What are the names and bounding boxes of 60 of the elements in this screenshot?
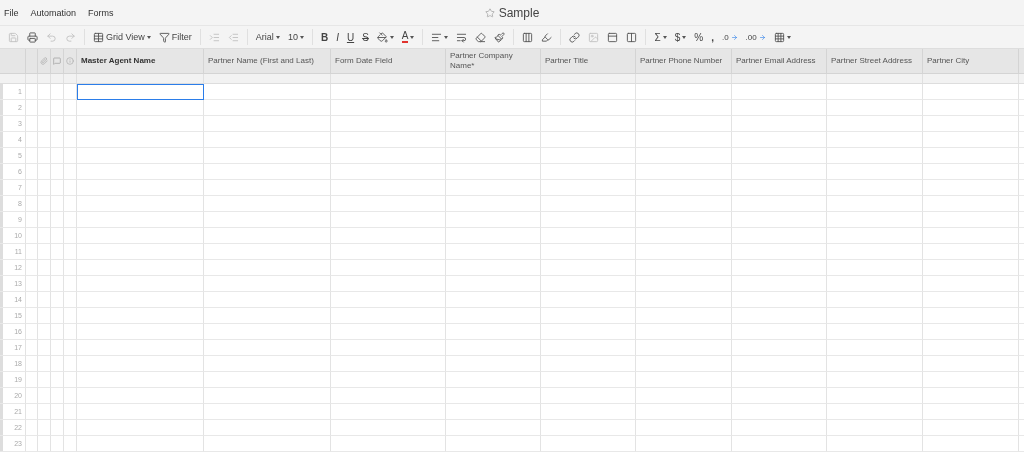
indent-icon — [208, 31, 220, 43]
table-cell[interactable] — [77, 84, 204, 100]
toolbar-button[interactable]: Filter — [155, 29, 195, 46]
info-icon — [66, 57, 74, 65]
undo-icon — [46, 31, 57, 43]
toolbar-button[interactable]: , — [708, 29, 717, 46]
align-left-icon — [431, 31, 443, 43]
save-icon — [8, 31, 19, 43]
print-icon — [27, 31, 38, 43]
menu-item[interactable]: Forms — [88, 7, 114, 18]
panel-icon — [607, 31, 619, 43]
column-header[interactable]: Partner City — [923, 49, 1019, 74]
fill-color-icon — [376, 31, 388, 43]
toolbar-button[interactable]: Grid View — [90, 29, 154, 46]
redo-icon — [65, 31, 76, 43]
star-icon[interactable] — [484, 8, 495, 18]
sheet-title: Sample — [498, 6, 540, 20]
eraser-icon — [475, 31, 487, 43]
toolbar-button[interactable]: A — [398, 29, 418, 46]
grid-icon — [93, 31, 104, 43]
toolbar-button[interactable]: Σ — [651, 29, 670, 46]
caret-icon — [299, 35, 304, 39]
column-header[interactable]: Partner Title — [541, 49, 636, 74]
arrow-icon — [730, 33, 738, 41]
toolbar-button[interactable] — [24, 29, 41, 46]
split-columns-icon — [626, 31, 638, 43]
image-icon — [588, 31, 600, 43]
column-header[interactable]: Partner Email Address — [732, 49, 827, 74]
comment-icon — [53, 57, 61, 65]
menu-item[interactable]: File — [4, 7, 19, 18]
column-header[interactable]: Partner Street Address — [827, 49, 923, 74]
highlighter-icon — [541, 31, 553, 43]
toolbar-button[interactable]: .0 — [718, 29, 741, 46]
toolbar-button[interactable]: I — [333, 29, 342, 46]
toolbar-button[interactable]: B — [317, 29, 332, 46]
grid-icon — [773, 31, 785, 43]
toolbar-button[interactable]: U — [343, 29, 358, 46]
columns-icon — [522, 31, 534, 43]
toolbar-dropdown[interactable]: 10 — [284, 29, 307, 46]
toolbar-button[interactable]: .00 — [742, 29, 769, 46]
toolbar-button[interactable]: % — [691, 29, 707, 46]
caret-icon — [275, 35, 280, 39]
toolbar-dropdown[interactable]: Arial — [252, 29, 283, 46]
wrap-text-icon — [456, 31, 468, 43]
column-header[interactable]: Partner Phone Number — [636, 49, 732, 74]
column-header[interactable]: Master Agent Name — [77, 49, 204, 74]
column-header[interactable]: Form Date Field — [331, 49, 446, 74]
link-icon — [569, 31, 581, 43]
filter-icon — [158, 31, 170, 43]
attachment-icon — [40, 57, 48, 65]
outdent-icon — [227, 31, 239, 43]
header-spacer-cell — [26, 74, 38, 84]
menu-item[interactable]: Automation — [30, 7, 77, 18]
toolbar-button[interactable]: S — [359, 29, 372, 46]
column-header[interactable]: Partner Company Name* — [446, 49, 541, 74]
column-header[interactable]: Partner Name (First and Last) — [204, 49, 331, 74]
arrow-icon — [758, 33, 766, 41]
toolbar-button[interactable]: $ — [671, 29, 690, 46]
header-spacer-cell — [0, 74, 26, 84]
paint-brush-icon — [494, 31, 506, 43]
